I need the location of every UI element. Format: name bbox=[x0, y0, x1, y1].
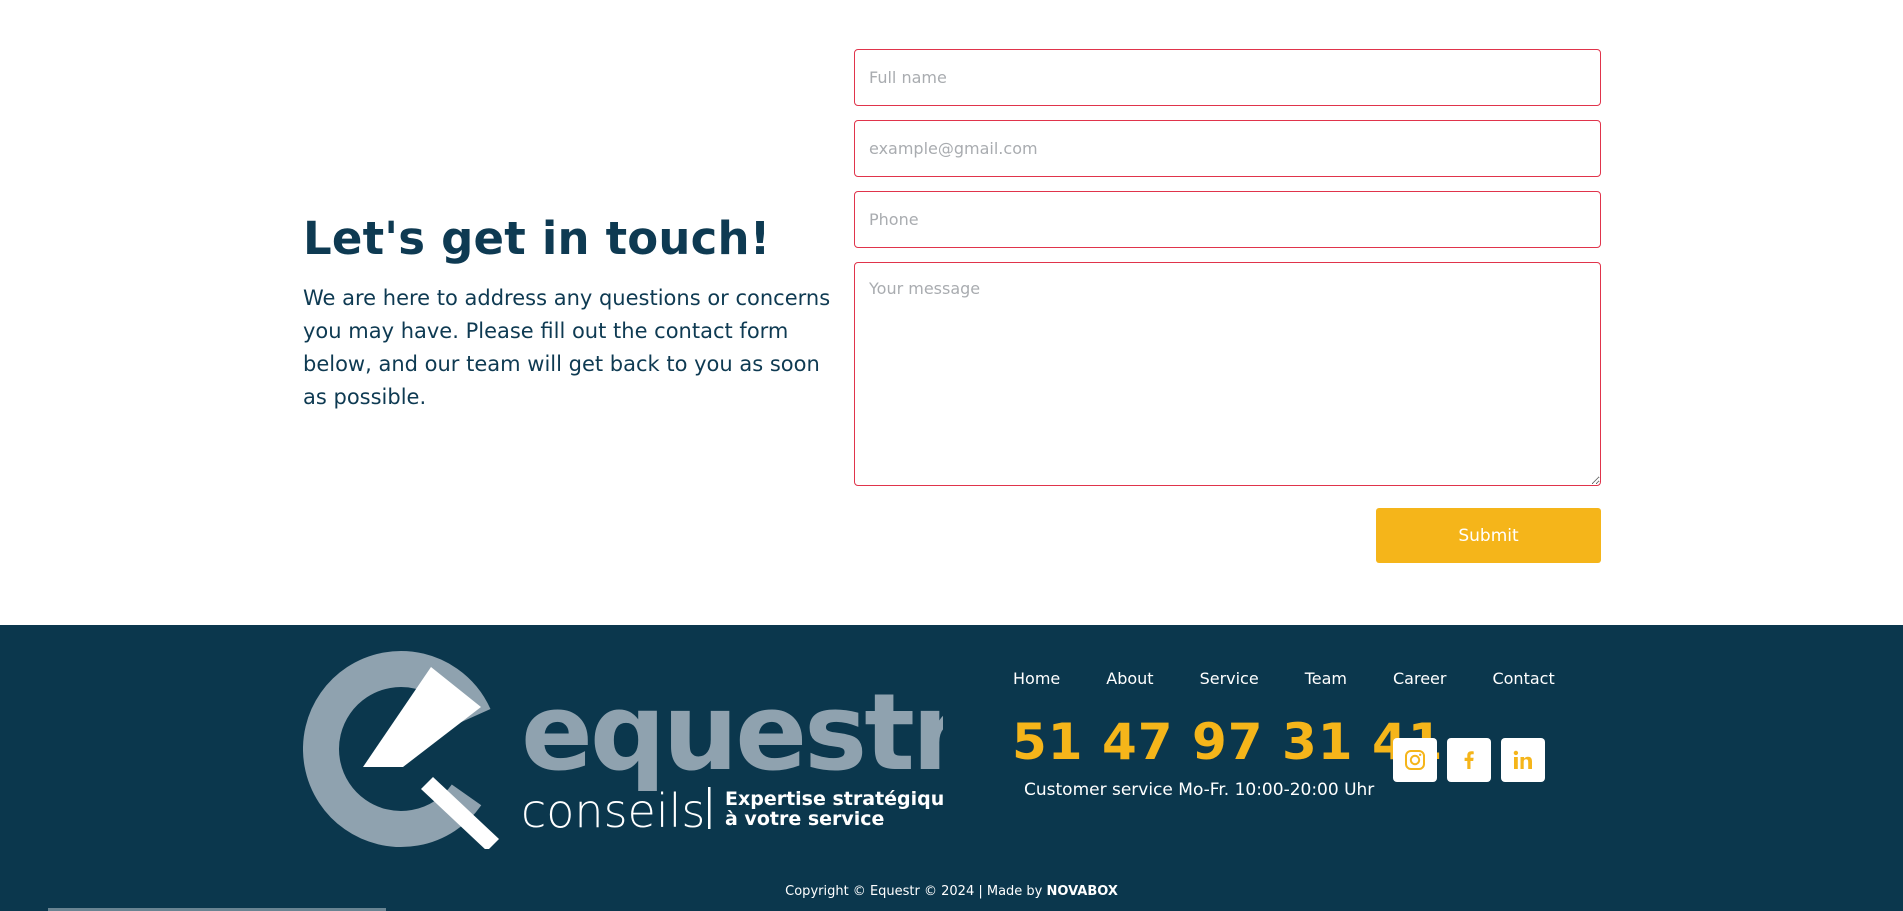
contact-intro: Let's get in touch! We are here to addre… bbox=[303, 212, 833, 414]
contact-section: Let's get in touch! We are here to addre… bbox=[0, 0, 1903, 625]
linkedin-icon bbox=[1513, 750, 1532, 769]
social-links bbox=[1393, 738, 1545, 782]
nav-team-link[interactable]: Team bbox=[1305, 669, 1347, 688]
nav-career-link[interactable]: Career bbox=[1393, 669, 1446, 688]
logo-brand-text: equestr bbox=[521, 671, 943, 794]
copyright-maker[interactable]: NOVABOX bbox=[1047, 884, 1118, 899]
logo-sub-text: conseils bbox=[521, 784, 705, 838]
phone-number[interactable]: 51 47 97 31 41 bbox=[1012, 713, 1444, 771]
footer-nav: Home About Service Team Career Contact bbox=[1013, 669, 1555, 688]
logo-divider bbox=[708, 787, 711, 829]
equestr-logo[interactable]: equestr conseils Expertise stratégique à… bbox=[303, 649, 943, 849]
logo-tagline-line1: Expertise stratégique bbox=[725, 788, 943, 810]
nav-about-link[interactable]: About bbox=[1106, 669, 1153, 688]
email-input[interactable] bbox=[854, 120, 1601, 177]
logo-tagline-line2: à votre service bbox=[725, 808, 884, 830]
full-name-input[interactable] bbox=[854, 49, 1601, 106]
nav-contact-link[interactable]: Contact bbox=[1492, 669, 1554, 688]
submit-button[interactable]: Submit bbox=[1376, 508, 1601, 563]
site-footer: equestr conseils Expertise stratégique à… bbox=[0, 625, 1903, 911]
nav-home-link[interactable]: Home bbox=[1013, 669, 1060, 688]
facebook-link[interactable] bbox=[1447, 738, 1491, 782]
copyright-prefix: Copyright © Equestr © 2024 | Made by bbox=[785, 884, 1047, 899]
service-hours: Customer service Mo-Fr. 10:00-20:00 Uhr bbox=[1024, 780, 1375, 800]
copyright-text: Copyright © Equestr © 2024 | Made by NOV… bbox=[0, 884, 1903, 899]
linkedin-link[interactable] bbox=[1501, 738, 1545, 782]
instagram-link[interactable] bbox=[1393, 738, 1437, 782]
instagram-icon bbox=[1405, 750, 1425, 770]
contact-description: We are here to address any questions or … bbox=[303, 286, 831, 409]
contact-heading: Let's get in touch! bbox=[303, 212, 771, 265]
phone-input[interactable] bbox=[854, 191, 1601, 248]
nav-service-link[interactable]: Service bbox=[1200, 669, 1259, 688]
contact-form: Submit bbox=[854, 49, 1601, 563]
equestr-logo-mark bbox=[303, 651, 499, 849]
message-textarea[interactable] bbox=[854, 262, 1601, 486]
facebook-icon bbox=[1464, 751, 1474, 769]
